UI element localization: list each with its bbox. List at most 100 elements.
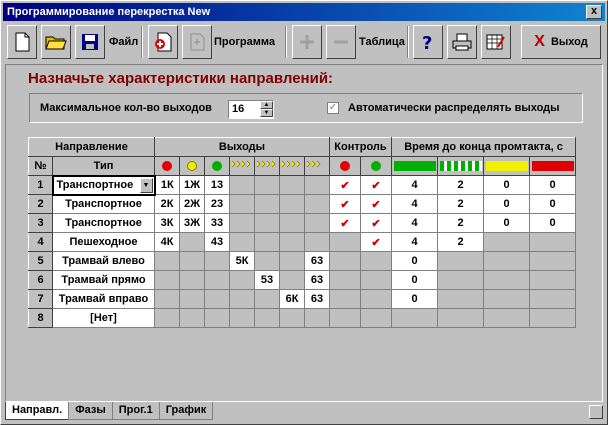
output-cell[interactable] xyxy=(279,194,305,214)
output-cell[interactable] xyxy=(279,251,305,271)
output-cell[interactable] xyxy=(179,251,205,271)
direction-type-cell[interactable]: Трамвай вправо xyxy=(52,289,155,309)
output-cell[interactable]: 63 xyxy=(304,289,330,309)
output-cell[interactable]: 63 xyxy=(304,270,330,290)
control-check-cell[interactable] xyxy=(360,270,392,290)
time-cell[interactable] xyxy=(529,308,576,328)
output-cell[interactable] xyxy=(154,270,180,290)
output-cell[interactable]: 5К xyxy=(229,251,255,271)
tab-directions[interactable]: Направл. xyxy=(5,402,70,420)
auto-distribute-checkbox[interactable]: ✓ xyxy=(327,102,339,114)
output-cell[interactable] xyxy=(204,289,230,309)
control-check-cell[interactable]: ✔ xyxy=(329,213,361,233)
output-cell[interactable] xyxy=(154,308,180,328)
output-cell[interactable] xyxy=(279,175,305,195)
output-cell[interactable] xyxy=(304,194,330,214)
time-cell[interactable]: 0 xyxy=(529,175,576,195)
control-check-cell[interactable] xyxy=(360,289,392,309)
time-cell[interactable]: 4 xyxy=(391,175,438,195)
time-cell[interactable]: 0 xyxy=(391,251,438,271)
time-cell[interactable]: 4 xyxy=(391,232,438,252)
output-cell[interactable]: 3К xyxy=(154,213,180,233)
time-cell[interactable]: 0 xyxy=(529,194,576,214)
control-check-cell[interactable]: ✔ xyxy=(329,194,361,214)
time-cell[interactable] xyxy=(437,270,484,290)
time-cell[interactable]: 4 xyxy=(391,194,438,214)
output-cell[interactable] xyxy=(254,251,280,271)
table-settings-button[interactable] xyxy=(481,25,511,59)
time-cell[interactable] xyxy=(483,289,530,309)
output-cell[interactable]: 4К xyxy=(154,232,180,252)
direction-type-cell[interactable]: Трамвай прямо xyxy=(52,270,155,290)
output-cell[interactable] xyxy=(229,175,255,195)
control-check-cell[interactable] xyxy=(329,289,361,309)
time-cell[interactable]: 0 xyxy=(391,289,438,309)
output-cell[interactable] xyxy=(179,308,205,328)
help-button[interactable]: ? xyxy=(413,25,443,59)
open-file-button[interactable] xyxy=(41,25,71,59)
tab-phases[interactable]: Фазы xyxy=(68,402,113,420)
output-cell[interactable] xyxy=(179,289,205,309)
output-cell[interactable] xyxy=(154,289,180,309)
control-check-cell[interactable] xyxy=(360,308,392,328)
time-cell[interactable] xyxy=(391,308,438,328)
output-cell[interactable]: 63 xyxy=(304,251,330,271)
table-remove-button[interactable] xyxy=(326,25,356,59)
output-cell[interactable]: 1Ж xyxy=(179,175,205,195)
direction-type-cell[interactable]: Трамвай влево xyxy=(52,251,155,271)
time-cell[interactable] xyxy=(483,232,530,252)
output-cell[interactable]: 53 xyxy=(254,270,280,290)
output-cell[interactable]: 2К xyxy=(154,194,180,214)
output-cell[interactable]: 43 xyxy=(204,232,230,252)
output-cell[interactable] xyxy=(254,194,280,214)
time-cell[interactable]: 0 xyxy=(529,213,576,233)
output-cell[interactable]: 13 xyxy=(204,175,230,195)
print-button[interactable] xyxy=(447,25,477,59)
spinner-up-icon[interactable]: ▲ xyxy=(260,101,273,109)
tab-schedule[interactable]: График xyxy=(158,402,214,420)
output-cell[interactable] xyxy=(154,251,180,271)
program-delete-button[interactable] xyxy=(182,25,212,59)
save-file-button[interactable] xyxy=(75,25,105,59)
time-cell[interactable] xyxy=(529,270,576,290)
output-cell[interactable] xyxy=(204,270,230,290)
output-cell[interactable] xyxy=(279,308,305,328)
new-file-button[interactable] xyxy=(7,25,37,59)
output-cell[interactable] xyxy=(204,308,230,328)
type-dropdown-icon[interactable]: ▼ xyxy=(139,177,153,193)
resize-grip[interactable] xyxy=(589,405,603,419)
direction-type-cell[interactable]: [Нет] xyxy=(52,308,155,328)
control-check-cell[interactable]: ✔ xyxy=(360,194,392,214)
output-cell[interactable] xyxy=(229,194,255,214)
output-cell[interactable]: 6К xyxy=(279,289,305,309)
spinner-down-icon[interactable]: ▼ xyxy=(260,109,273,117)
output-cell[interactable] xyxy=(254,232,280,252)
output-cell[interactable] xyxy=(304,175,330,195)
tab-program-1[interactable]: Прог.1 xyxy=(111,402,160,420)
output-cell[interactable] xyxy=(279,213,305,233)
time-cell[interactable] xyxy=(483,270,530,290)
output-cell[interactable]: 33 xyxy=(204,213,230,233)
output-cell[interactable] xyxy=(304,213,330,233)
output-cell[interactable] xyxy=(279,270,305,290)
output-cell[interactable]: 1К xyxy=(154,175,180,195)
time-cell[interactable] xyxy=(483,308,530,328)
control-check-cell[interactable] xyxy=(360,251,392,271)
time-cell[interactable]: 0 xyxy=(483,213,530,233)
time-cell[interactable] xyxy=(483,251,530,271)
control-check-cell[interactable]: ✔ xyxy=(360,232,392,252)
program-edit-button[interactable] xyxy=(148,25,178,59)
output-cell[interactable]: 3Ж xyxy=(179,213,205,233)
control-check-cell[interactable] xyxy=(329,251,361,271)
time-cell[interactable]: 2 xyxy=(437,232,484,252)
close-button[interactable]: x xyxy=(586,5,602,19)
output-cell[interactable] xyxy=(304,232,330,252)
time-cell[interactable] xyxy=(437,308,484,328)
time-cell[interactable]: 0 xyxy=(483,194,530,214)
output-cell[interactable] xyxy=(279,232,305,252)
time-cell[interactable]: 0 xyxy=(391,270,438,290)
time-cell[interactable]: 2 xyxy=(437,213,484,233)
control-check-cell[interactable]: ✔ xyxy=(329,175,361,195)
time-cell[interactable]: 2 xyxy=(437,175,484,195)
time-cell[interactable] xyxy=(437,251,484,271)
